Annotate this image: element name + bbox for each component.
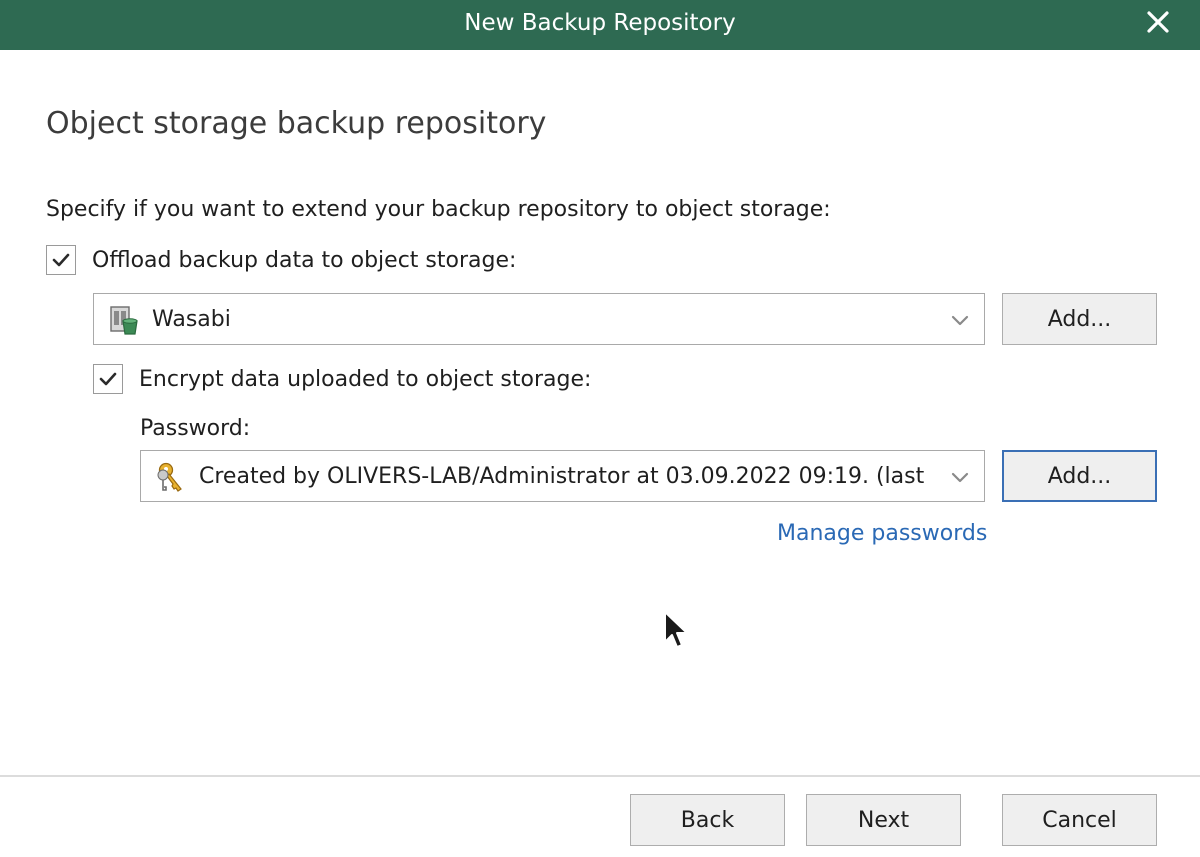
key-icon [157, 462, 182, 492]
encrypt-checkbox[interactable] [93, 364, 123, 394]
object-storage-value: Wasabi [152, 306, 231, 332]
close-icon[interactable] [1142, 6, 1174, 38]
mouse-pointer-icon [664, 611, 688, 648]
password-select[interactable]: Created by OLIVERS-LAB/Administrator at … [140, 450, 985, 502]
title-bar: New Backup Repository [0, 0, 1200, 50]
instruction-text: Specify if you want to extend your backu… [46, 197, 831, 222]
checkmark-icon [52, 253, 70, 267]
offload-checkbox-label: Offload backup data to object storage: [92, 247, 517, 273]
cancel-button[interactable]: Cancel [1002, 794, 1157, 846]
offload-checkbox-row[interactable]: Offload backup data to object storage: [46, 245, 516, 275]
next-button[interactable]: Next [806, 794, 961, 846]
encrypt-checkbox-label: Encrypt data uploaded to object storage: [139, 366, 592, 392]
add-object-storage-button[interactable]: Add... [1002, 293, 1157, 345]
chevron-down-icon [951, 315, 969, 326]
offload-checkbox[interactable] [46, 245, 76, 275]
encrypt-checkbox-row[interactable]: Encrypt data uploaded to object storage: [93, 364, 591, 394]
back-button[interactable]: Back [630, 794, 785, 846]
object-storage-icon [110, 306, 138, 335]
object-storage-select[interactable]: Wasabi [93, 293, 985, 345]
password-label: Password: [140, 416, 251, 441]
page-title: Object storage backup repository [46, 106, 547, 141]
window-title: New Backup Repository [464, 10, 736, 36]
manage-passwords-link[interactable]: Manage passwords [777, 521, 987, 546]
footer-divider [0, 775, 1200, 777]
add-password-button[interactable]: Add... [1002, 450, 1157, 502]
checkmark-icon [99, 372, 117, 386]
chevron-down-icon [951, 472, 969, 483]
password-value: Created by OLIVERS-LAB/Administrator at … [199, 463, 924, 489]
